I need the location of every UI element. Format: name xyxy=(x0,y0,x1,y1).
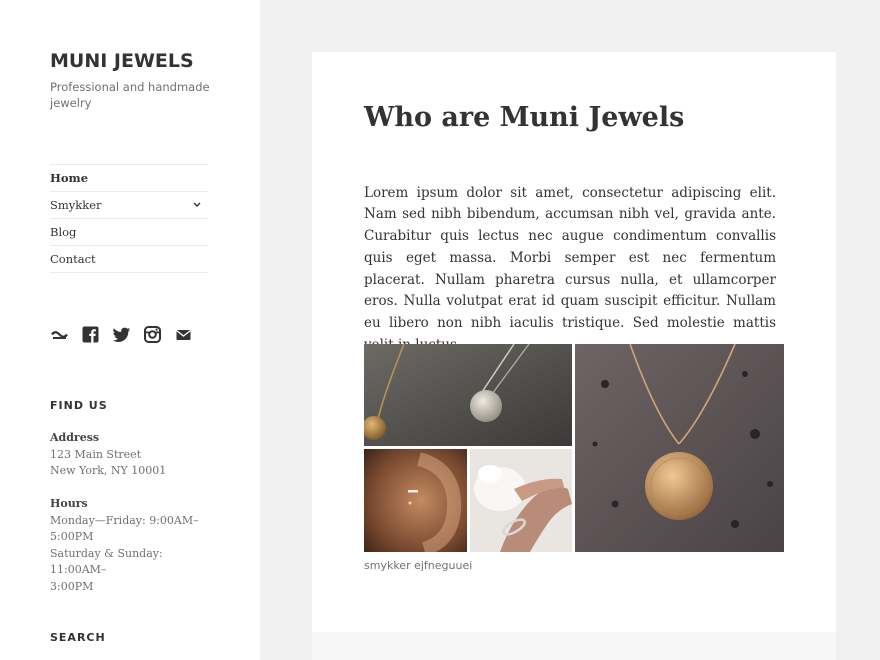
hours-line: Saturday & Sunday: 11:00AM– xyxy=(50,546,163,577)
nav-item-label: Home xyxy=(50,171,89,185)
hours-line: 3:00PM xyxy=(50,579,94,593)
sidebar: MUNI JEWELS Professional and handmade je… xyxy=(0,0,260,660)
instagram-icon[interactable] xyxy=(143,325,162,344)
gallery-image-earring[interactable] xyxy=(364,449,467,552)
address-line: New York, NY 10001 xyxy=(50,464,167,477)
hours-label: Hours xyxy=(50,497,88,510)
main-navigation: Home Smykker Blog Contact xyxy=(50,164,208,273)
nav-item-smykker[interactable]: Smykker xyxy=(50,192,208,219)
entry-title: Who are Muni Jewels xyxy=(364,102,685,133)
next-card-edge xyxy=(312,632,836,660)
hours-line: Monday—Friday: 9:00AM– xyxy=(50,513,199,527)
site-title[interactable]: MUNI JEWELS xyxy=(50,50,194,72)
facebook-icon[interactable] xyxy=(81,325,100,344)
nav-item-label: Smykker xyxy=(50,198,102,212)
twitter-icon[interactable] xyxy=(112,325,131,344)
hours-block: Hours Monday—Friday: 9:00AM– 5:00PM Satu… xyxy=(50,496,220,595)
codepen-icon[interactable] xyxy=(50,325,69,344)
search-title: SEARCH xyxy=(50,631,106,644)
image-gallery xyxy=(364,344,784,552)
email-icon[interactable] xyxy=(174,325,193,344)
social-links xyxy=(50,325,193,344)
entry-content: Lorem ipsum dolor sit amet, consectetur … xyxy=(364,184,776,354)
address-label: Address xyxy=(50,431,100,444)
gallery-caption: smykker ejfneguuei xyxy=(364,559,473,572)
address-line: 123 Main Street xyxy=(50,447,142,461)
nav-item-blog[interactable]: Blog xyxy=(50,219,208,246)
gallery-image-necklaces[interactable] xyxy=(364,344,572,446)
find-us-title: FIND US xyxy=(50,399,108,412)
hours-line: 5:00PM xyxy=(50,530,94,543)
gallery-image-ring[interactable] xyxy=(470,449,572,552)
nav-item-label: Blog xyxy=(50,225,77,239)
site-description: Professional and handmade jewelry xyxy=(50,80,210,110)
address-block: Address 123 Main Street New York, NY 100… xyxy=(50,430,220,480)
post-card: Who are Muni Jewels Lorem ipsum dolor si… xyxy=(312,52,836,632)
nav-item-label: Contact xyxy=(50,252,96,266)
nav-item-contact[interactable]: Contact xyxy=(50,246,208,273)
gallery-image-pendant[interactable] xyxy=(575,344,784,552)
nav-item-home[interactable]: Home xyxy=(50,165,208,192)
